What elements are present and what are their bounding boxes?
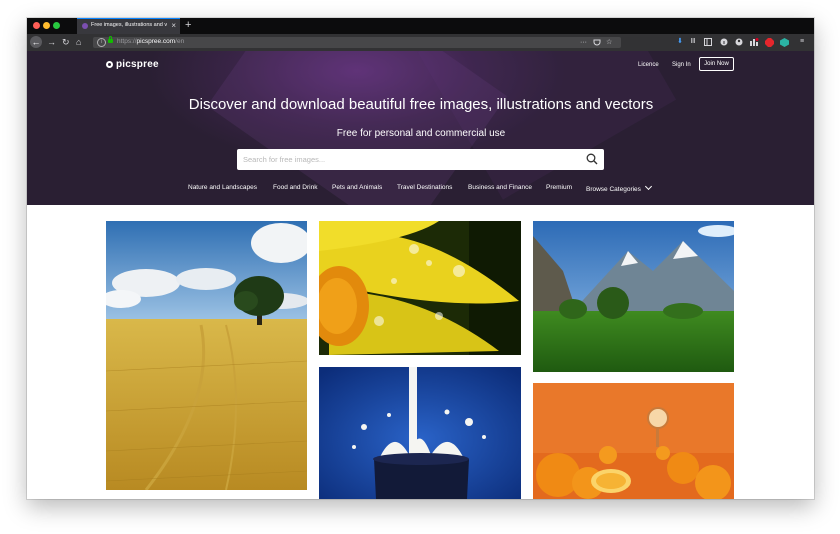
download-icon[interactable]: ⬇ xyxy=(676,38,684,46)
wheat-field-image xyxy=(106,221,307,490)
join-now-button[interactable]: Join Now xyxy=(699,57,734,71)
photo-yellow-flower[interactable] xyxy=(319,221,521,355)
category-business-finance[interactable]: Business and Finance xyxy=(468,184,532,191)
tab-title: Free images, illustrations and vectors xyxy=(91,22,167,28)
menu-icon[interactable]: ≡ xyxy=(798,38,806,46)
bookmark-star-icon[interactable]: ☆ xyxy=(606,37,612,48)
category-nature-landscapes[interactable]: Nature and Landscapes xyxy=(188,184,257,191)
search-icon[interactable] xyxy=(586,153,598,165)
back-button[interactable]: ← xyxy=(30,36,42,48)
hero-title: Discover and download beautiful free ima… xyxy=(188,96,654,113)
sidebar-icon[interactable] xyxy=(704,38,712,46)
minimize-window-button[interactable] xyxy=(43,22,50,29)
chevron-down-icon xyxy=(644,182,652,191)
category-pets-animals[interactable]: Pets and Animals xyxy=(332,184,382,191)
category-travel-destinations[interactable]: Travel Destinations xyxy=(397,184,452,191)
browser-window: Free images, illustrations and vectors ×… xyxy=(27,18,814,499)
reload-button[interactable]: ↻ xyxy=(62,36,70,48)
pocket-icon[interactable] xyxy=(593,39,601,50)
navigation-bar: ← → ↻ ⌂ i https://picspree.com/en ··· ☆ … xyxy=(27,34,814,51)
site-logo[interactable]: picspree xyxy=(106,59,159,70)
category-food-drink[interactable]: Food and Drink xyxy=(273,184,317,191)
home-button[interactable]: ⌂ xyxy=(76,36,81,48)
library-icon[interactable]: Ⅲ xyxy=(689,38,697,46)
mountain-meadow-image xyxy=(533,221,734,372)
photo-milk-splash[interactable] xyxy=(319,367,521,499)
tab-close-icon[interactable]: × xyxy=(171,21,176,31)
adblock-icon[interactable] xyxy=(765,38,774,47)
info-icon[interactable]: i xyxy=(97,38,106,47)
photo-mountain-meadow[interactable] xyxy=(533,221,734,372)
lock-icon xyxy=(108,36,113,43)
browser-tab[interactable]: Free images, illustrations and vectors × xyxy=(77,18,180,34)
url-bar[interactable]: i https://picspree.com/en ··· ☆ xyxy=(93,36,621,50)
zoom-window-button[interactable] xyxy=(53,22,60,29)
tab-bar: Free images, illustrations and vectors ×… xyxy=(27,18,814,34)
photo-oranges[interactable] xyxy=(533,383,734,499)
category-premium[interactable]: Premium xyxy=(546,184,572,191)
hero-section: picspree Licence Sign In Join Now Discov… xyxy=(27,51,814,205)
close-window-button[interactable] xyxy=(33,22,40,29)
hero-subtitle: Free for personal and commercial use xyxy=(336,128,506,139)
page-actions-icon[interactable]: ··· xyxy=(580,37,587,48)
extension-icon[interactable] xyxy=(750,38,759,46)
category-nav: Nature and Landscapes Food and Drink Pet… xyxy=(27,182,814,194)
search-input[interactable]: Search for free images... xyxy=(243,155,325,164)
image-gallery xyxy=(27,205,814,499)
oranges-image xyxy=(533,383,734,499)
milk-splash-image xyxy=(319,367,521,499)
yellow-flower-image xyxy=(319,221,521,355)
photo-wheat-field[interactable] xyxy=(106,221,307,490)
logo-icon xyxy=(106,61,113,68)
browse-categories-dropdown[interactable]: Browse Categories xyxy=(586,182,652,193)
url-text[interactable]: https://picspree.com/en xyxy=(117,38,184,45)
new-tab-button[interactable]: + xyxy=(185,19,191,31)
forward-button[interactable]: → xyxy=(47,36,56,48)
account-icon[interactable] xyxy=(735,38,743,46)
licence-link[interactable]: Licence xyxy=(638,62,659,68)
info-circle-icon[interactable] xyxy=(720,38,728,46)
favicon-icon xyxy=(82,23,88,29)
search-box[interactable]: Search for free images... xyxy=(237,149,604,170)
addon-icon[interactable] xyxy=(780,38,789,47)
sign-in-link[interactable]: Sign In xyxy=(672,62,691,68)
